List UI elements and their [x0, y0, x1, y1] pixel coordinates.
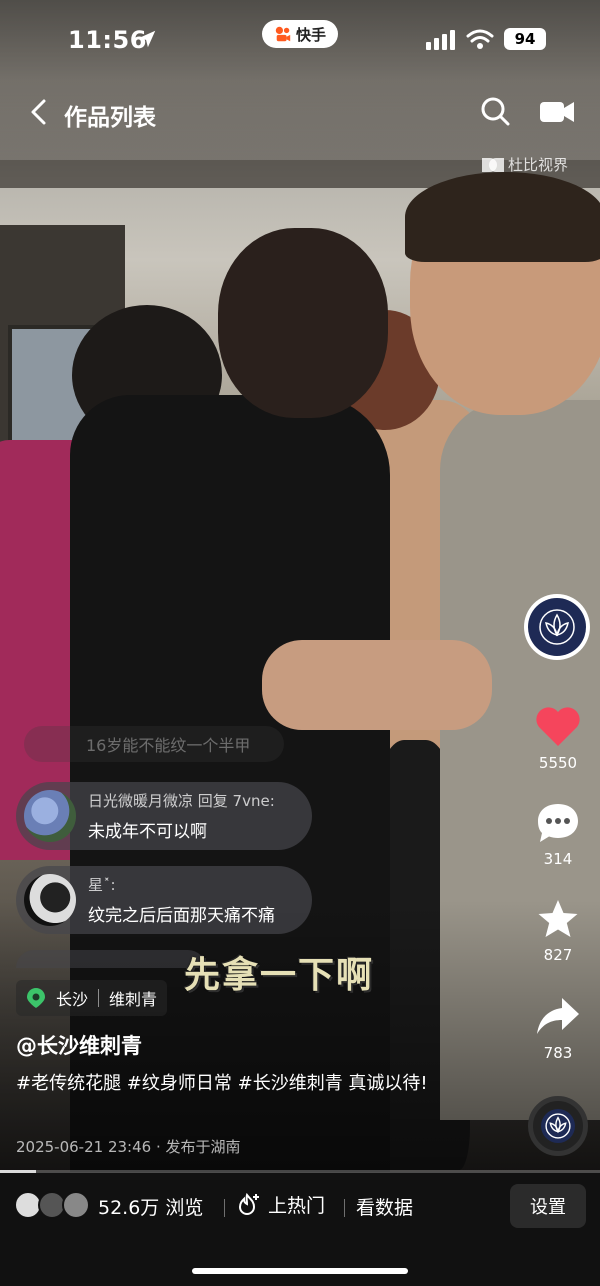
publish-info: 2025-06-21 23:46 · 发布于湖南	[16, 1136, 241, 1157]
video-figure	[218, 228, 388, 418]
avatar	[62, 1191, 90, 1219]
comment-text: 纹完之后后面那天痛不痛	[88, 906, 275, 926]
video-figure	[262, 640, 492, 730]
heart-icon	[536, 707, 580, 746]
share-count: 783	[543, 1044, 573, 1062]
divider	[98, 989, 100, 1007]
promote-label: 上热门	[268, 1195, 326, 1217]
author-avatar[interactable]	[524, 594, 590, 660]
app-name: 快手	[295, 25, 326, 44]
promote-button[interactable]: 上热门	[238, 1191, 325, 1218]
comment-button[interactable]: 314	[518, 802, 598, 868]
battery-level: 94	[514, 30, 536, 48]
back-icon[interactable]	[26, 98, 50, 126]
location-arrow-icon	[138, 30, 156, 48]
comment-text: 16岁能不能纹一个半甲	[86, 736, 251, 755]
comment-meta: 日光微暖月微凉 回复 7vne:	[88, 792, 275, 810]
comment-bubble[interactable]: 星˟: 纹完之后后面那天痛不痛	[16, 866, 312, 934]
video-caption[interactable]: #老传统花腿 #纹身师日常 #长沙维刺青 真诚以待!	[16, 1070, 436, 1098]
viewer-avatars[interactable]	[14, 1191, 94, 1221]
home-indicator[interactable]	[192, 1268, 408, 1274]
dolby-vision-badge: 杜比视界	[482, 154, 568, 175]
page-title: 作品列表	[64, 105, 156, 131]
lotus-logo-icon	[539, 609, 575, 645]
comment-avatar	[24, 790, 76, 842]
star-icon	[538, 900, 578, 937]
comment-bubble[interactable]: 日光微暖月微凉 回复 7vne: 未成年不可以啊	[16, 782, 312, 850]
like-button[interactable]: 5550	[518, 706, 598, 772]
view-count[interactable]: 52.6万 浏览	[98, 1193, 203, 1220]
divider	[224, 1199, 225, 1217]
like-count: 5550	[538, 754, 578, 772]
app-indicator[interactable]: 快手	[262, 20, 338, 48]
comment-bubble-partial	[16, 950, 206, 968]
comment-bubble-faded: 16岁能不能纹一个半甲	[24, 726, 284, 762]
dolby-label: 杜比视界	[508, 156, 569, 174]
comment-text: 未成年不可以啊	[88, 822, 207, 842]
video-figure	[405, 172, 600, 262]
favorite-button[interactable]: 827	[518, 898, 598, 964]
wifi-icon	[466, 29, 494, 49]
video-icon[interactable]	[540, 100, 574, 124]
view-data-button[interactable]: 看数据	[356, 1193, 413, 1220]
settings-button[interactable]: 设置	[510, 1184, 586, 1228]
search-icon[interactable]	[480, 96, 510, 126]
publish-region: · 发布于湖南	[155, 1138, 241, 1156]
dolby-icon	[482, 157, 504, 172]
music-disc[interactable]	[528, 1096, 588, 1156]
flame-plus-icon	[238, 1192, 259, 1215]
comment-icon	[538, 804, 578, 842]
comment-count: 314	[543, 850, 573, 868]
comment-avatar	[24, 874, 76, 926]
signal-icon	[426, 30, 455, 50]
location-tag[interactable]: 长沙 维刺青	[16, 980, 168, 1016]
music-disc-icon	[545, 1113, 571, 1139]
location-pin-icon	[27, 988, 45, 1008]
publish-date: 2025-06-21 23:46	[16, 1138, 152, 1156]
location-shop: 维刺青	[109, 990, 158, 1009]
author-name[interactable]: @长沙维刺青	[16, 1030, 142, 1060]
settings-label: 设置	[530, 1197, 566, 1218]
divider	[344, 1199, 345, 1217]
share-button[interactable]: 783	[518, 996, 598, 1062]
nav-bar: 作品列表	[0, 86, 600, 138]
battery-icon: 94	[504, 28, 546, 50]
status-bar: 11:56 快手 94	[0, 0, 600, 80]
kuaishou-logo-icon	[275, 26, 291, 42]
share-icon	[537, 998, 579, 1034]
video-subtitle: 先拿一下啊	[184, 955, 375, 996]
favorite-count: 827	[543, 946, 573, 964]
location-city: 长沙	[56, 990, 89, 1009]
comment-meta: 星˟:	[88, 876, 116, 894]
